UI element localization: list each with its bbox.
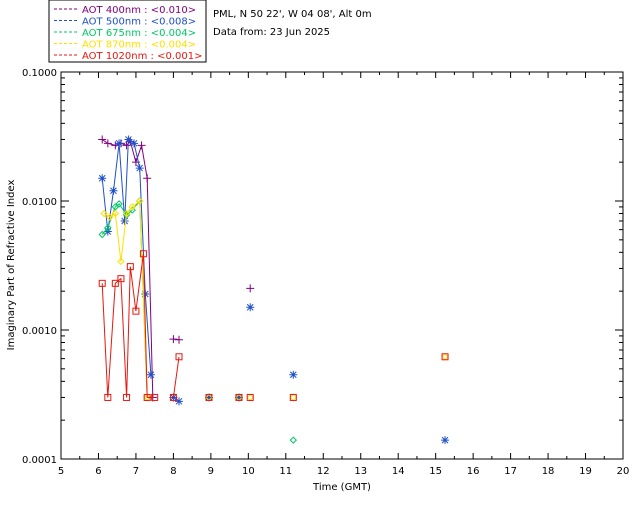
series-line: [101, 253, 155, 398]
data-point: [441, 353, 449, 361]
legend-label: AOT 870nm : <0.004>: [82, 40, 196, 51]
x-tick-label: 19: [579, 466, 592, 477]
data-point: [289, 393, 297, 401]
y-tick-label: 0.0100: [22, 197, 57, 208]
x-tick-label: 18: [542, 466, 555, 477]
data-point: [135, 164, 144, 173]
date-info: Data from: 23 Jun 2025: [213, 27, 330, 38]
y-tick-label: 0.1000: [22, 68, 57, 79]
data-point: [143, 174, 152, 183]
series-4: [100, 197, 449, 402]
data-point: [137, 141, 146, 150]
x-tick-label: 6: [95, 466, 101, 477]
data-point: [98, 174, 107, 183]
x-axis-label: Time (GMT): [312, 482, 371, 493]
y-tick-label: 0.0010: [22, 326, 57, 337]
plot-area: [98, 135, 450, 445]
data-point: [246, 393, 254, 401]
data-point: [289, 370, 298, 379]
series-5: [98, 250, 449, 401]
data-point: [98, 135, 107, 144]
chart: AOT 400nm : <0.010>AOT 500nm : <0.008>AO…: [6, 0, 630, 493]
x-tick-label: 12: [317, 466, 330, 477]
data-point: [130, 139, 139, 148]
y-axis: 0.0001 0.0010 0.0100 0.1000: [22, 68, 623, 466]
data-point: [109, 186, 118, 195]
data-point: [115, 139, 124, 148]
x-tick-label: 8: [170, 466, 176, 477]
data-point: [289, 393, 298, 402]
x-tick-label: 20: [617, 466, 630, 477]
x-tick-label: 7: [133, 466, 139, 477]
x-tick-label: 5: [58, 466, 64, 477]
site-info: PML, N 50 22', W 04 08', Alt 0m: [213, 9, 372, 20]
legend-label: AOT 675nm : <0.004>: [82, 28, 196, 39]
legend-label: AOT 1020nm : <0.001>: [82, 51, 202, 62]
legend: AOT 400nm : <0.010>AOT 500nm : <0.008>AO…: [48, 0, 207, 63]
data-point: [441, 436, 450, 445]
x-tick-label: 16: [467, 466, 480, 477]
data-point: [246, 393, 254, 402]
series-line: [172, 356, 180, 398]
data-point: [175, 335, 184, 344]
legend-label: AOT 500nm : <0.008>: [82, 17, 196, 28]
x-tick-label: 9: [208, 466, 214, 477]
x-tick-label: 13: [354, 466, 367, 477]
legend-label: AOT 400nm : <0.010>: [82, 5, 196, 16]
data-point: [246, 284, 255, 293]
y-tick-label: 0.0001: [22, 455, 57, 466]
data-point: [120, 216, 129, 225]
data-point: [169, 335, 178, 344]
x-tick-label: 14: [392, 466, 405, 477]
x-tick-label: 11: [279, 466, 292, 477]
data-point: [103, 139, 112, 148]
data-point: [124, 135, 133, 144]
x-tick-label: 15: [429, 466, 442, 477]
data-point: [141, 290, 150, 299]
data-point: [441, 353, 449, 361]
x-tick-label: 10: [242, 466, 255, 477]
data-point: [146, 370, 155, 379]
data-point: [289, 436, 298, 444]
y-axis-label: Imaginary Part of Refractive Index: [6, 180, 17, 351]
data-point: [246, 303, 255, 312]
x-tick-label: 17: [504, 466, 517, 477]
